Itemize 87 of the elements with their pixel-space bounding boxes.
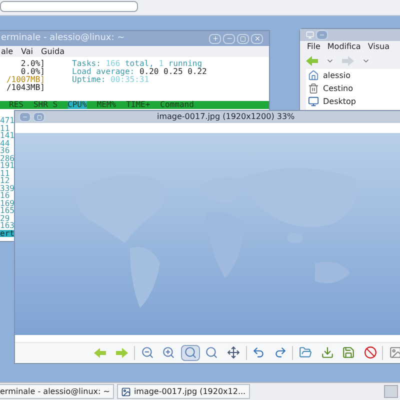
minimize-icon <box>319 32 325 38</box>
cell-text: 36 <box>0 146 10 155</box>
delete-icon <box>364 346 377 359</box>
process-row[interactable]: 471 <box>0 117 14 124</box>
pin-button[interactable] <box>209 34 221 44</box>
process-row[interactable]: 286 <box>0 154 14 162</box>
cell-text: 11 <box>0 124 10 132</box>
desktop-icon <box>308 96 319 107</box>
process-row[interactable]: 44 <box>0 140 14 147</box>
zoom-fit-icon <box>184 346 197 359</box>
pin-button[interactable] <box>33 112 45 122</box>
cell-text: 11 <box>0 168 10 178</box>
image-icon <box>389 346 400 359</box>
process-row[interactable]: 191 <box>0 162 14 170</box>
process-row[interactable]: 36 <box>0 147 14 154</box>
back-arrow-icon <box>306 56 318 66</box>
process-row[interactable]: 169 <box>0 200 14 207</box>
menu-item[interactable]: Guida <box>41 48 65 56</box>
meter-reading: /1043MB] <box>6 84 45 92</box>
rotate-right-icon <box>274 346 287 359</box>
stat-line: Tasks: 166 total, 1 running <box>72 60 204 68</box>
taskbar-button[interactable]: image-0017.jpg (1920x12... <box>116 384 250 399</box>
close-icon <box>254 35 260 42</box>
menu-button[interactable] <box>19 112 31 122</box>
process-row[interactable]: 11 <box>0 170 14 177</box>
minimize-button[interactable] <box>223 34 235 44</box>
save-icon <box>342 346 356 359</box>
process-row[interactable]: ert <box>0 230 14 237</box>
window-icon <box>306 31 314 39</box>
menu-item[interactable]: Modifica <box>327 43 361 51</box>
process-row[interactable]: 163 <box>0 222 14 230</box>
stat-line: Load average: 0.20 0.25 0.22 <box>72 68 207 76</box>
rotate-left-icon <box>252 346 266 359</box>
process-row[interactable]: 11 <box>0 124 14 132</box>
plus-icon <box>212 35 218 42</box>
process-row[interactable]: 12 <box>0 177 14 184</box>
cell-text: 16 <box>0 191 10 200</box>
forward-arrow-icon <box>342 56 354 66</box>
folder-icon <box>299 346 312 359</box>
column-heading: SHR S <box>33 101 58 109</box>
meter-reading: 2.0%] <box>20 60 45 68</box>
zoom-normal-icon <box>205 346 218 359</box>
process-row[interactable]: 29 <box>0 214 14 222</box>
taskbar-button[interactable]: erminale - alessio@linux: ~ <box>0 384 114 399</box>
window-title: image-0017.jpg (1920x1200) 33% <box>157 113 295 121</box>
process-row[interactable]: 16 <box>0 192 14 200</box>
column-heading: RES <box>9 101 24 109</box>
trash-icon <box>308 83 319 94</box>
process-row[interactable]: 339 <box>0 184 14 192</box>
process-row[interactable]: 165 <box>0 207 14 214</box>
move-icon <box>226 346 240 359</box>
zoom-out-icon <box>140 346 154 359</box>
menu-item[interactable]: Visua <box>368 43 390 51</box>
menu-item[interactable]: ale <box>1 48 14 56</box>
meter-reading: /1007MB] <box>6 76 45 84</box>
place-item[interactable]: Desktop <box>308 96 400 107</box>
toolbar-button[interactable] <box>180 344 200 360</box>
address-field[interactable] <box>0 1 138 12</box>
window-title: erminale - alessio@linux: ~ <box>1 32 125 45</box>
cell-text: 12 <box>0 176 10 185</box>
close-button[interactable] <box>251 34 263 44</box>
place-item[interactable]: Cestino <box>308 83 400 94</box>
column-heading: Command <box>160 101 194 109</box>
download-icon <box>320 346 334 359</box>
menu-item[interactable]: File <box>307 43 320 51</box>
image-icon <box>120 386 131 396</box>
process-row[interactable]: 141 <box>0 132 14 140</box>
column-heading: CPU% <box>68 101 87 109</box>
minimize-icon <box>22 114 28 120</box>
place-item[interactable]: alessio <box>308 70 400 81</box>
minimize-icon <box>226 35 232 42</box>
menu-button[interactable] <box>316 30 328 40</box>
home-folder-icon <box>308 70 319 81</box>
menu-item[interactable]: Vai <box>21 48 34 56</box>
maximize-button[interactable] <box>237 34 249 44</box>
maximize-icon <box>240 36 246 42</box>
cell-text: 44 <box>0 138 10 148</box>
cell-text: 29 <box>0 214 10 222</box>
forward-arrow-icon <box>116 348 128 358</box>
chevron-icon <box>362 57 370 65</box>
column-heading: TIME+ <box>126 101 150 109</box>
zoom-in-icon <box>162 346 176 359</box>
back-arrow-icon <box>94 348 106 358</box>
chevron-icon <box>326 57 334 65</box>
stat-line: Uptime: 00:35:31 <box>72 76 150 84</box>
meter-reading: 0.0%] <box>20 68 45 76</box>
column-heading: MEM% <box>96 101 116 109</box>
